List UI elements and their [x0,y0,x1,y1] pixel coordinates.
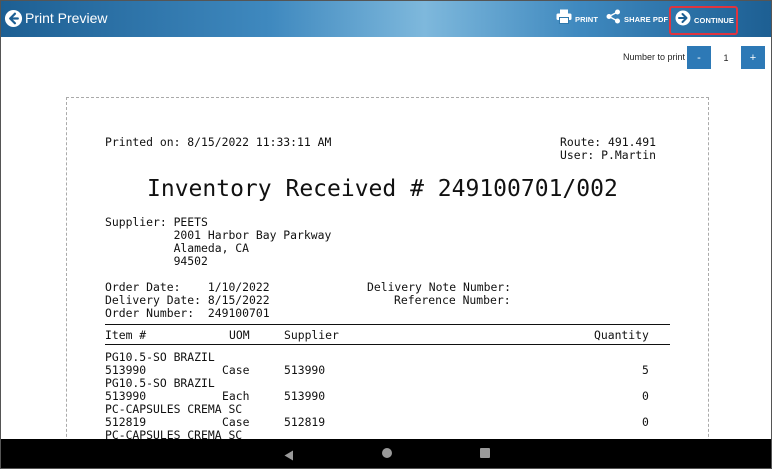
nav-home-icon[interactable] [382,448,392,458]
item-supplier: 513990 [284,363,326,377]
reference-number-text: Reference Number: [394,293,511,307]
printed-on-text: Printed on: 8/15/2022 11:33:11 AM [105,135,332,149]
page-title: Print Preview [25,10,108,26]
column-header-supplier: Supplier [284,328,339,342]
increment-button[interactable]: + [741,46,765,69]
column-header-uom: UOM [229,328,250,342]
print-button[interactable]: PRINT [556,1,598,37]
item-supplier: 513990 [284,389,326,403]
share-pdf-label: SHARE PDF [624,14,669,24]
supplier-zip-line: 94502 [105,254,208,268]
decrement-button[interactable]: - [687,46,711,69]
header-bar: Print Preview PRINT SHARE PDF CONTINUE [1,1,771,37]
user-text: User: P.Martin [560,148,657,162]
number-to-print-label: Number to print [623,52,686,62]
share-pdf-button[interactable]: SHARE PDF [606,1,668,37]
item-quantity: 5 [642,363,649,377]
share-icon [606,9,621,29]
item-quantity: 0 [642,389,649,403]
receipt-document: Printed on: 8/15/2022 11:33:11 AM Route:… [66,97,709,457]
print-preview-screen: Print Preview PRINT SHARE PDF CONTINUE N… [0,0,772,469]
print-label: PRINT [575,14,598,24]
item-uom: Case [222,363,250,377]
nav-back-icon[interactable] [284,448,294,466]
android-nav-bar [1,439,771,468]
arrow-right-circle-icon [675,10,691,31]
table-header-rule [105,344,670,345]
continue-label: CONTINUE [694,16,734,25]
column-header-item: Item # [105,328,147,342]
number-to-print-input[interactable]: 1 [711,46,741,69]
back-arrow-icon[interactable] [4,9,23,28]
column-header-quantity: Quantity [594,328,649,342]
item-quantity: 0 [642,415,649,429]
table-top-rule [105,324,670,325]
document-title: Inventory Received # 249100701/002 [147,176,618,202]
nav-recents-icon[interactable] [480,448,490,458]
order-number-text: Order Number: 249100701 [105,306,270,320]
item-supplier: 512819 [284,415,326,429]
printer-icon [556,9,572,29]
continue-button[interactable]: CONTINUE [669,6,738,35]
